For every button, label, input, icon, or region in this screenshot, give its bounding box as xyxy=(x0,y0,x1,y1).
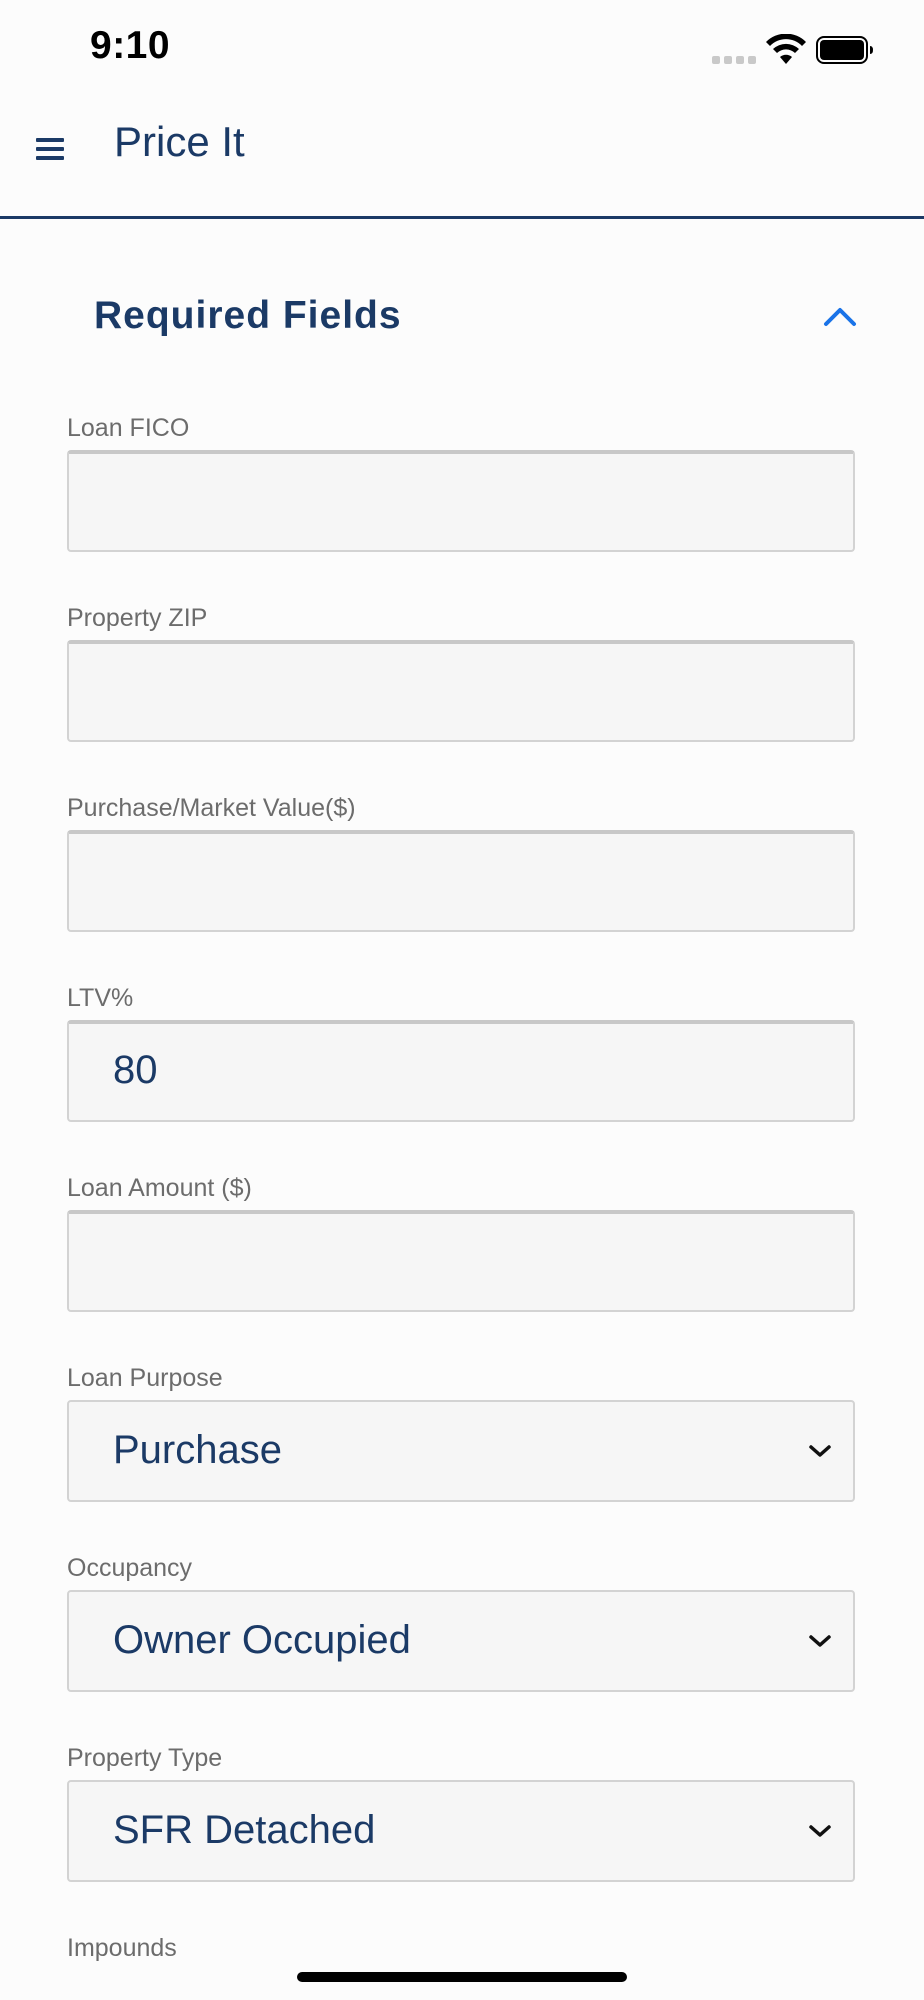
wifi-icon xyxy=(766,34,806,64)
required-fields-section-toggle[interactable]: Required Fields xyxy=(0,270,924,370)
purchase-value-label: Purchase/Market Value($) xyxy=(67,794,356,822)
property-type-select[interactable]: SFR Detached xyxy=(67,1780,855,1882)
ltv-input[interactable]: 80 xyxy=(67,1020,855,1122)
page-title: Price It xyxy=(114,118,245,165)
occupancy-label: Occupancy xyxy=(67,1554,193,1582)
loan-purpose-select[interactable]: Purchase xyxy=(67,1400,855,1502)
hamburger-menu-icon[interactable] xyxy=(34,134,66,164)
loan-purpose-value: Purchase xyxy=(113,1428,282,1472)
occupancy-value: Owner Occupied xyxy=(113,1618,411,1662)
battery-icon xyxy=(816,36,873,64)
loan-fico-input[interactable] xyxy=(67,450,855,552)
impounds-label: Impounds xyxy=(67,1934,177,1962)
chevron-down-icon xyxy=(809,1635,831,1647)
ltv-value: 80 xyxy=(113,1048,158,1092)
property-zip-input[interactable] xyxy=(67,640,855,742)
app-header: Price It xyxy=(0,100,924,219)
property-zip-label: Property ZIP xyxy=(67,604,208,632)
chevron-down-icon xyxy=(809,1825,831,1837)
status-bar: 9:10 xyxy=(0,0,924,100)
property-type-label: Property Type xyxy=(67,1744,223,1772)
chevron-up-icon xyxy=(824,308,856,326)
purchase-value-input[interactable] xyxy=(67,830,855,932)
occupancy-select[interactable]: Owner Occupied xyxy=(67,1590,855,1692)
chevron-down-icon xyxy=(809,1445,831,1457)
cellular-signal-icon xyxy=(712,56,756,66)
section-title: Required Fields xyxy=(94,294,402,337)
home-indicator xyxy=(297,1972,627,1982)
status-time: 9:10 xyxy=(90,24,171,67)
property-type-value: SFR Detached xyxy=(113,1808,376,1852)
loan-fico-label: Loan FICO xyxy=(67,414,190,442)
loan-amount-label: Loan Amount ($) xyxy=(67,1174,252,1202)
ltv-label: LTV% xyxy=(67,984,134,1012)
loan-purpose-label: Loan Purpose xyxy=(67,1364,223,1392)
loan-amount-input[interactable] xyxy=(67,1210,855,1312)
